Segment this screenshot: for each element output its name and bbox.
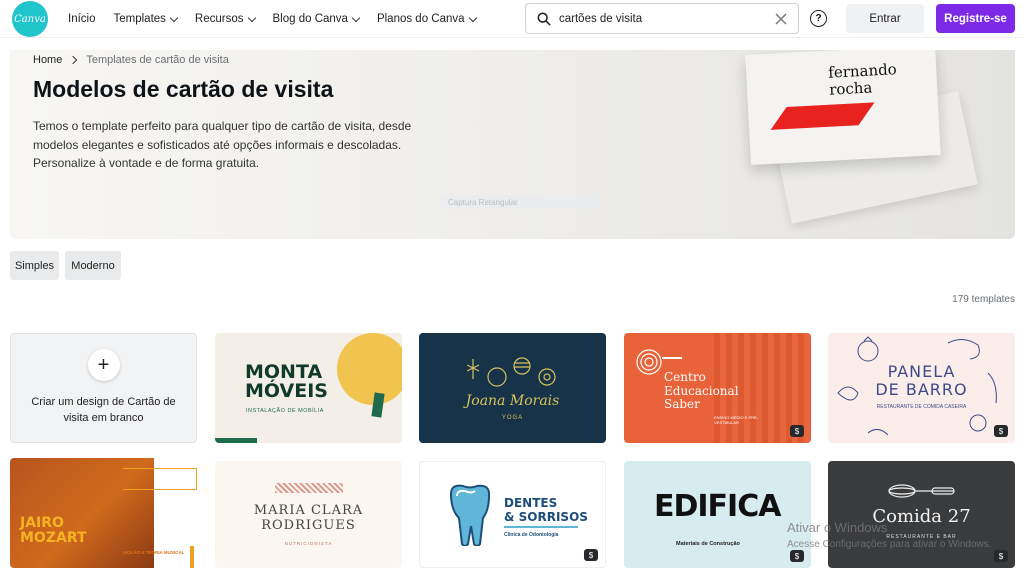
nav-templates[interactable]: Templates	[113, 13, 179, 25]
template-tagline: INSTALAÇÃO DE MOBÍLIA	[246, 408, 324, 414]
chevron-right-icon	[69, 55, 78, 65]
template-title-line: PANELA	[887, 362, 956, 381]
nav-planos[interactable]: Planos do Canva	[376, 13, 477, 25]
capture-overlay: Captura Retangular	[440, 195, 600, 209]
filter-chip-moderno[interactable]: Moderno	[65, 251, 121, 280]
template-tagline: VIOLÃO E TEORIA MUSICAL	[123, 550, 185, 555]
hero-card-name-line2: rocha	[828, 78, 873, 99]
template-title-line: DE BARRO	[875, 380, 968, 399]
page-description: Temos o template perfeito para qualquer …	[33, 119, 412, 170]
template-comida-27[interactable]: Comida 27 RESTAURANTE E BAR $	[828, 461, 1015, 568]
help-icon[interactable]: ?	[810, 10, 827, 27]
create-blank-card[interactable]: + Criar um design de Cartão de visita em…	[10, 333, 197, 443]
template-tagline: ENSINO MÉDIO E PRÉ-VESTIBULAR	[714, 415, 759, 425]
template-count: 179 templates	[952, 294, 1015, 305]
signup-button[interactable]: Registre-se	[936, 4, 1015, 33]
breadcrumb: Home Templates de cartão de visita	[33, 54, 229, 66]
nav-blog-label: Blog do Canva	[272, 13, 348, 25]
plus-icon: +	[87, 349, 120, 381]
breadcrumb-current: Templates de cartão de visita	[86, 54, 229, 66]
template-joana-morais[interactable]: Joana Morais YOGA	[419, 333, 606, 443]
breadcrumb-home[interactable]: Home	[33, 54, 62, 66]
chevron-down-icon	[468, 13, 477, 22]
login-button[interactable]: Entrar	[846, 4, 924, 33]
create-blank-label: Criar um design de Cartão de visita em b…	[31, 396, 176, 424]
template-title: MARIA CLARA RODRIGUES	[215, 503, 402, 533]
main-nav: Início Templates Recursos Blog do Canva …	[68, 0, 494, 38]
nav-inicio-label: Início	[68, 13, 96, 25]
template-title: MONTA MÓVEIS	[245, 363, 328, 401]
template-tagline: NUTRICIONISTA	[284, 541, 333, 546]
template-title-line: Centro	[664, 370, 706, 384]
top-navbar: Canva Início Templates Recursos Blog do …	[0, 0, 1024, 38]
template-title: JAIRO MOZART	[20, 516, 87, 546]
search-input[interactable]	[559, 12, 759, 25]
template-dentes-sorrisos[interactable]: DENTES & SORRISOS Clínica de Odontologia…	[419, 461, 606, 568]
template-tagline: YOGA	[501, 415, 524, 421]
page-title: Modelos de cartão de visita	[33, 76, 334, 102]
nav-inicio[interactable]: Início	[68, 13, 96, 25]
template-decor-line	[662, 357, 682, 359]
pro-badge: $	[790, 550, 804, 562]
template-decor-frame	[123, 468, 197, 490]
template-edifica[interactable]: EDIFICA Materiais de Construção $	[624, 461, 811, 568]
hero-card-red-stripe	[770, 102, 875, 130]
hero-card-front: fernando rocha	[745, 50, 941, 165]
windows-activation-title: Ativar o Windows	[787, 520, 888, 535]
template-title-line: MOZART	[20, 530, 87, 546]
template-decor-line	[504, 526, 578, 528]
template-title-line: Saber	[664, 397, 700, 411]
template-title-line: DENTES	[504, 496, 558, 510]
template-decor-pattern	[275, 483, 343, 493]
yoga-icons	[467, 357, 556, 387]
template-tagline: Clínica de Odontologia	[504, 532, 559, 538]
close-icon[interactable]	[775, 13, 787, 25]
canva-logo[interactable]: Canva	[12, 1, 48, 37]
nav-planos-label: Planos do Canva	[376, 13, 465, 25]
whisk-icon	[888, 484, 955, 498]
template-monta-moveis[interactable]: MONTA MÓVEIS INSTALAÇÃO DE MOBÍLIA	[215, 333, 402, 443]
template-maria-clara[interactable]: MARIA CLARA RODRIGUES NUTRICIONISTA	[215, 461, 402, 568]
filter-chip-simples[interactable]: Simples	[10, 251, 59, 280]
template-panela-de-barro[interactable]: PANELA DE BARRO RESTAURANTE DE COMIDA CA…	[828, 333, 1015, 443]
template-title: Centro Educacional Saber	[664, 370, 739, 412]
template-title: Joana Morais	[465, 393, 560, 409]
template-title: DENTES & SORRISOS	[504, 496, 588, 524]
template-jairo-mozart[interactable]: JAIRO MOZART VIOLÃO E TEORIA MUSICAL	[10, 458, 197, 568]
pro-badge: $	[584, 549, 598, 561]
template-title-line: Educacional	[664, 383, 739, 398]
nav-recursos-label: Recursos	[194, 13, 244, 25]
search-icon	[537, 12, 551, 26]
pro-badge: $	[994, 425, 1008, 437]
nav-blog[interactable]: Blog do Canva	[272, 13, 361, 25]
pro-badge: $	[994, 550, 1008, 562]
windows-activation-subtitle: Acesse Configurações para ativar o Windo…	[787, 539, 992, 550]
template-title-line: RODRIGUES	[261, 518, 356, 533]
chevron-down-icon	[351, 13, 361, 22]
template-title-line: MÓVEIS	[245, 380, 328, 402]
chevron-down-icon	[169, 13, 179, 22]
nav-recursos[interactable]: Recursos	[194, 13, 256, 25]
template-centro-educacional[interactable]: Centro Educacional Saber ENSINO MÉDIO E …	[624, 333, 811, 443]
template-title-line: MARIA CLARA	[253, 503, 364, 518]
template-decor-bar	[215, 438, 257, 443]
template-title-line: & SORRISOS	[504, 510, 588, 524]
template-decor-stripe	[371, 392, 385, 418]
template-decor-circle	[337, 333, 402, 405]
template-tagline: Materiais de Construção	[676, 541, 740, 547]
template-tagline: RESTAURANTE DE COMIDA CASEIRA	[876, 404, 967, 410]
tooth-icon	[449, 484, 491, 546]
pro-badge: $	[790, 425, 804, 437]
spiral-icon	[636, 349, 662, 375]
hero-card-name: fernando rocha	[828, 60, 898, 99]
chevron-down-icon	[247, 13, 256, 22]
template-title: EDIFICA	[654, 489, 781, 524]
template-decor-bar	[190, 546, 194, 568]
template-title-line: JAIRO	[20, 515, 64, 531]
hero-banner: Home Templates de cartão de visita Model…	[10, 50, 1015, 239]
search-box	[525, 3, 799, 34]
template-title: PANELA DE BARRO	[828, 363, 1015, 399]
nav-templates-label: Templates	[113, 13, 166, 25]
